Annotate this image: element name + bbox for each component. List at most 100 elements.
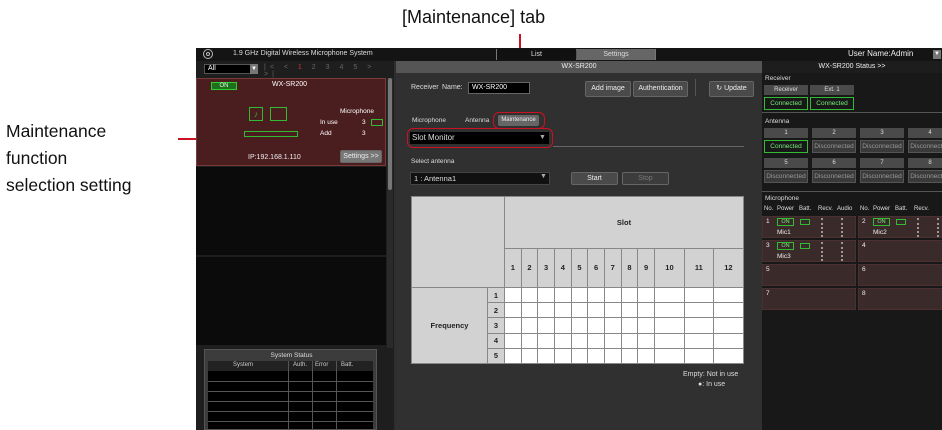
slot-cell	[684, 302, 714, 319]
page-4[interactable]: 4	[339, 64, 347, 71]
screenshot-root: [Maintenance] tab Maintenance function s…	[0, 0, 942, 430]
antenna-select[interactable]: 1 : Antenna1	[410, 172, 550, 185]
col-auth: Auth.	[293, 362, 308, 368]
mic-battery-icon	[896, 219, 906, 225]
col-error: Error	[315, 362, 329, 368]
power-icon[interactable]	[203, 49, 213, 59]
row-divider	[208, 381, 373, 382]
page-last[interactable]: >|	[264, 71, 278, 78]
slot-cell	[553, 287, 572, 304]
receiver-card[interactable]: ON WX-SR200 ♪ Microphone In use 3 Add 3 …	[196, 78, 386, 166]
mic-slot[interactable]: 3 ON Mic3	[762, 240, 856, 262]
mic-slot[interactable]: 5	[762, 264, 856, 286]
view-tabs: List Settings	[496, 49, 656, 60]
mic-slot[interactable]: 7	[762, 288, 856, 310]
tab-microphone[interactable]: Microphone	[412, 117, 446, 124]
slot-cell	[537, 332, 555, 349]
antenna-number: 3	[860, 128, 904, 138]
page-next[interactable]: >	[367, 64, 375, 71]
antenna-number: 1	[764, 128, 808, 138]
mic-name: Mic1	[777, 229, 791, 236]
page-first[interactable]: |<	[264, 64, 278, 71]
slot-indicator-icon	[244, 131, 298, 137]
selection-callout-line1: Maintenance	[6, 121, 107, 141]
mic-slot[interactable]: 4	[858, 240, 942, 262]
receiver-section-label: Receiver	[765, 75, 791, 82]
mic-icon: ♪	[249, 107, 263, 121]
receiver-card-name: WX-SR200	[272, 81, 308, 88]
antenna-chevron-icon[interactable]: ▼	[540, 173, 547, 180]
user-menu-chevron-icon[interactable]: ▼	[933, 50, 941, 59]
mic-slot[interactable]: 1 ON Mic1	[762, 216, 856, 238]
mic-recv-meter-icon	[917, 218, 921, 237]
filter-select[interactable]: All	[204, 64, 256, 74]
tab-list[interactable]: List	[497, 49, 576, 60]
antenna-state: Disconnected	[812, 170, 856, 183]
page-prev[interactable]: <	[284, 64, 292, 71]
stop-button[interactable]: Stop	[622, 172, 669, 185]
slot-cell	[537, 287, 555, 304]
scrollbar-thumb[interactable]	[388, 78, 392, 190]
antenna-state: Disconnected	[860, 170, 904, 183]
page-5[interactable]: 5	[353, 64, 361, 71]
slot-cell	[620, 347, 639, 365]
mic-battery-icon	[800, 219, 810, 225]
pagination[interactable]: |< < 1 2 3 4 5 > >|	[264, 64, 394, 78]
start-button[interactable]: Start	[571, 172, 618, 185]
slot-number: 7	[603, 247, 622, 289]
selection-callout-line2: function	[6, 148, 68, 169]
receiver-label: Receiver	[411, 84, 439, 91]
slot-cell	[520, 332, 539, 349]
mic-slot[interactable]: 6	[858, 264, 942, 286]
mic-slot[interactable]: 8	[858, 288, 942, 310]
card-scrollbar[interactable]	[387, 78, 393, 348]
frequency-number: 3	[487, 317, 505, 334]
mic-name: Mic2	[873, 229, 887, 236]
mic-col-power-2: Power	[873, 206, 891, 212]
mic-col-audio: Audio	[837, 206, 853, 212]
tab-settings[interactable]: Settings	[577, 49, 655, 60]
slot-cell	[684, 332, 714, 349]
slot-cell	[587, 302, 605, 319]
selection-callout: Maintenance function selection setting	[6, 118, 132, 199]
slot-cell	[684, 287, 714, 304]
status-panel-title[interactable]: WX-SR200 Status >>	[762, 61, 942, 73]
mic-recv-meter-icon	[821, 242, 825, 261]
mic-battery-icon	[800, 243, 810, 249]
tab-antenna[interactable]: Antenna	[465, 117, 489, 124]
slot-cell	[504, 347, 522, 365]
mic-recv-meter-icon	[821, 218, 825, 237]
mic-number: 4	[862, 242, 866, 249]
slot-cell	[653, 287, 686, 304]
select-antenna-label: Select antenna	[411, 158, 455, 165]
page-3[interactable]: 3	[326, 64, 334, 71]
page-2[interactable]: 2	[312, 64, 320, 71]
frequency-number: 5	[487, 347, 505, 365]
slot-cell	[712, 317, 745, 334]
antenna-state: Disconnected	[860, 140, 904, 153]
slot-monitor-table: Slot 1 2 3 4 5 6 7 8 9 10 11 12 Frequency 1 2 3 4 5	[411, 195, 745, 365]
antenna-state: Connected	[764, 140, 808, 153]
add-image-button[interactable]: Add image	[585, 81, 631, 97]
update-button[interactable]: ↻ Update	[709, 81, 754, 97]
slot-number: 5	[570, 247, 589, 289]
mic-number: 7	[766, 290, 770, 297]
slot-cell	[712, 287, 745, 304]
slot-cell	[570, 347, 589, 365]
settings-button[interactable]: Settings >>	[340, 150, 382, 163]
legend-empty: Empty: Not in use	[683, 371, 739, 378]
row-divider	[208, 401, 373, 402]
add-count: 3	[362, 130, 366, 137]
slot-number: 10	[653, 247, 686, 289]
ext-connected: Connected	[810, 97, 854, 110]
page-1[interactable]: 1	[298, 64, 306, 71]
antenna-number: 2	[812, 128, 856, 138]
slot-cell	[603, 317, 622, 334]
receiver-name-input[interactable]: WX-SR200	[468, 82, 530, 94]
filter-chevron-icon[interactable]: ▼	[250, 64, 258, 74]
mic-slot[interactable]: 2 ON Mic2	[858, 216, 942, 238]
divider	[762, 112, 942, 113]
authentication-button[interactable]: Authentication	[633, 81, 688, 97]
slot-cell	[603, 302, 622, 319]
mic-audio-meter-icon	[841, 218, 845, 237]
